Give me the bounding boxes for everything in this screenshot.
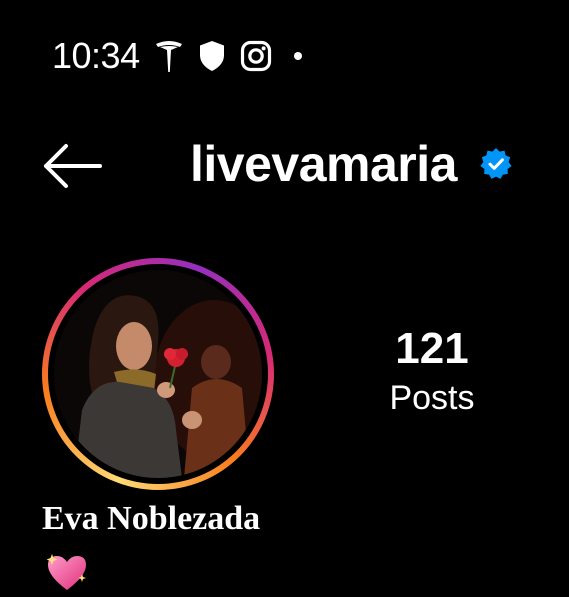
profile-header: livevamaria <box>190 132 513 196</box>
back-button[interactable] <box>40 138 106 194</box>
avatar <box>54 270 262 478</box>
arrow-left-icon <box>44 144 102 188</box>
notification-dot <box>293 52 302 60</box>
posts-count: 121 <box>395 324 469 373</box>
posts-label: Posts <box>389 379 475 417</box>
posts-stat[interactable]: 121 Posts <box>370 322 494 420</box>
avatar-ring-gap <box>48 264 268 484</box>
profile-photo <box>54 270 262 478</box>
display-name: Eva Noblezada <box>42 500 261 537</box>
username-title: livevamaria <box>190 136 457 192</box>
instagram-icon <box>240 40 272 72</box>
status-bar: 10:34 <box>52 30 302 82</box>
verified-badge-icon <box>479 147 513 181</box>
shield-icon <box>198 39 226 73</box>
tesla-icon <box>154 38 184 74</box>
avatar-story-ring[interactable] <box>42 258 274 490</box>
status-time: 10:34 <box>52 35 140 76</box>
sparkling-heart-icon <box>44 552 90 597</box>
